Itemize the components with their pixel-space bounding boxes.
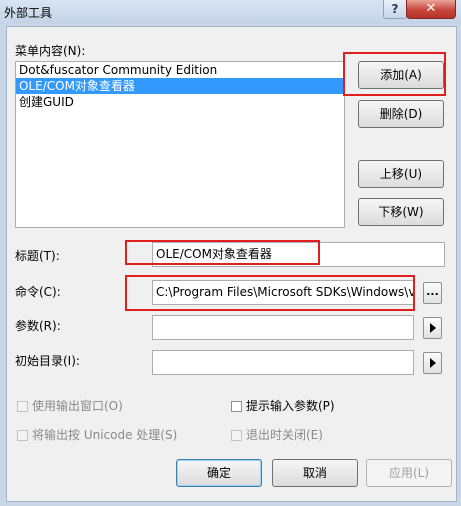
menu-contents-list[interactable]: Dot&fuscator Community Edition OLE/COM对象… (15, 61, 345, 228)
arguments-label: 参数(R): (15, 319, 61, 333)
delete-button[interactable]: 删除(D) (358, 100, 444, 128)
initial-directory-label: 初始目录(I): (15, 354, 80, 368)
right-arrow-icon (430, 358, 436, 368)
close-button[interactable]: ✕ (406, 0, 456, 19)
list-item-selected[interactable]: OLE/COM对象查看器 (16, 78, 344, 94)
close-on-exit-checkbox[interactable] (231, 430, 242, 441)
prompt-arguments-checkbox[interactable] (231, 401, 242, 412)
window-titlebar: 外部工具 ? ✕ (0, 0, 461, 24)
prompt-arguments-label: 提示输入参数(P) (246, 399, 335, 413)
prompt-arguments-option[interactable]: 提示输入参数(P) (231, 397, 335, 413)
help-button[interactable]: ? (383, 0, 407, 19)
list-item[interactable]: Dot&fuscator Community Edition (16, 62, 344, 78)
add-button[interactable]: 添加(A) (358, 61, 444, 89)
close-on-exit-option[interactable]: 退出时关闭(E) (231, 426, 323, 442)
move-down-button[interactable]: 下移(W) (358, 198, 444, 226)
initial-directory-menu-button[interactable] (423, 352, 442, 374)
use-output-window-label: 使用输出窗口(O) (32, 399, 123, 413)
unicode-output-label: 将输出按 Unicode 处理(S) (32, 428, 178, 442)
unicode-output-option[interactable]: 将输出按 Unicode 处理(S) (17, 426, 177, 442)
list-item[interactable]: 创建GUID (16, 94, 344, 110)
use-output-window-option[interactable]: 使用输出窗口(O) (17, 397, 123, 413)
command-browse-button[interactable]: ... (423, 282, 442, 304)
close-on-exit-label: 退出时关闭(E) (246, 428, 323, 442)
initial-directory-input[interactable] (152, 350, 414, 375)
arguments-input[interactable] (152, 315, 414, 340)
ok-button[interactable]: 确定 (176, 459, 262, 487)
arguments-menu-button[interactable] (423, 317, 442, 339)
command-input[interactable]: C:\Program Files\Microsoft SDKs\Windows\… (152, 280, 414, 305)
apply-button[interactable]: 应用(L) (366, 459, 452, 487)
title-input[interactable]: OLE/COM对象查看器 (152, 242, 445, 267)
cancel-button[interactable]: 取消 (272, 459, 358, 487)
right-arrow-icon (430, 323, 436, 333)
use-output-window-checkbox[interactable] (17, 401, 28, 412)
menu-contents-label: 菜单内容(N): (15, 44, 86, 58)
command-label: 命令(C): (15, 285, 61, 299)
title-label: 标题(T): (15, 249, 60, 263)
move-up-button[interactable]: 上移(U) (358, 160, 444, 188)
unicode-output-checkbox[interactable] (17, 430, 28, 441)
window-title: 外部工具 (4, 6, 53, 20)
